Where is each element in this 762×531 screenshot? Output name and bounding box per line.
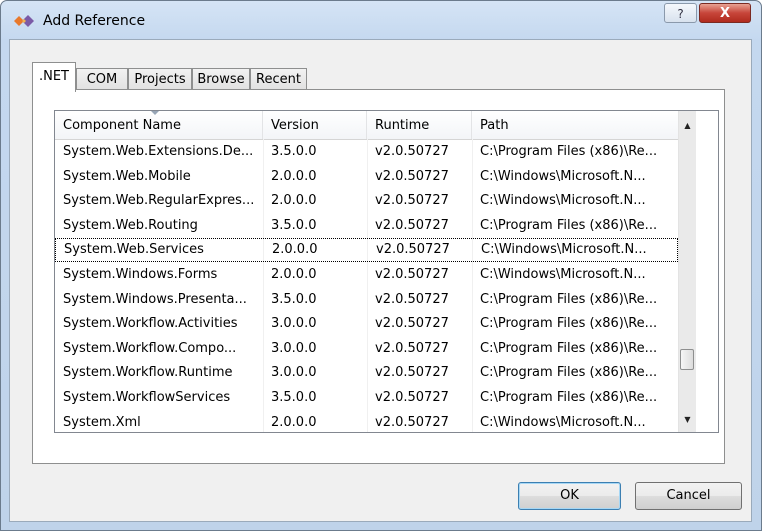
column-header-version[interactable]: Version	[263, 111, 367, 139]
cell-runtime: v2.0.50727	[375, 365, 449, 381]
cell-path: C:\Program Files (x86)\Re...	[480, 144, 658, 159]
cell-component-name: System.Web.Routing	[63, 217, 198, 233]
cell-runtime: v2.0.50727	[375, 217, 449, 233]
cell-runtime: v2.0.50727	[375, 267, 449, 282]
cell-version: 2.0.0.0	[272, 242, 318, 258]
cell-runtime: v2.0.50727	[375, 168, 449, 184]
cell-runtime: v2.0.50727	[375, 144, 449, 159]
cell-version: 3.5.0.0	[271, 291, 317, 307]
cell-component-name: System.Workflow.Activities	[63, 316, 238, 332]
cell-runtime: v2.0.50727	[375, 390, 449, 405]
cell-version: 3.0.0.0	[271, 340, 317, 356]
table-row[interactable]: System.Workflow.Runtime 3.0.0.0 v2.0.50727…	[55, 361, 678, 385]
help-icon: ?	[677, 7, 684, 21]
cell-component-name: System.Web.Services	[64, 242, 204, 258]
cell-component-name: System.Web.RegularExpres...	[63, 193, 255, 209]
window-title: Add Reference	[43, 13, 146, 29]
table-row[interactable]: System.Web.Extensions.De... 3.5.0.0 v2.0.5…	[55, 140, 678, 164]
cell-runtime: v2.0.50727	[375, 340, 449, 356]
column-header-component-name[interactable]: Component Name	[55, 111, 263, 139]
cell-component-name: System.WorkflowServices	[63, 390, 231, 405]
cell-component-name: System.Windows.Forms	[63, 267, 218, 282]
cell-path: C:\Program Files (x86)\Re...	[480, 291, 658, 307]
cell-version: 3.5.0.0	[271, 144, 317, 159]
table-row[interactable]: System.Windows.Presenta... 3.5.0.0 v2.0.50…	[55, 288, 678, 312]
cancel-button[interactable]: Cancel	[635, 482, 742, 510]
cell-path: C:\Windows\Microsoft.N...	[480, 193, 646, 209]
tab-browse[interactable]: Browse	[192, 68, 250, 91]
table-row[interactable]: System.WorkflowServices 3.5.0.0 v2.0.50727…	[55, 386, 678, 410]
cell-version: 2.0.0.0	[271, 267, 317, 282]
component-list[interactable]: Component Name Version Runtime Path Syst…	[54, 110, 719, 433]
cell-component-name: System.Web.Mobile	[63, 168, 191, 184]
table-row[interactable]: System.Web.Services 2.0.0.0 v2.0.50727 C:\W…	[55, 238, 678, 263]
cell-component-name: System.Workflow.Runtime	[63, 365, 233, 381]
cell-version: 3.5.0.0	[271, 390, 317, 405]
cell-path: C:\Program Files (x86)\Re...	[480, 316, 658, 332]
table-row[interactable]: System.Workflow.Compo... 3.0.0.0 v2.0.5072…	[55, 337, 678, 361]
cell-path: C:\Program Files (x86)\Re...	[480, 340, 658, 356]
table-row[interactable]: System.Web.Mobile 2.0.0.0 v2.0.50727 C:\Win…	[55, 165, 678, 189]
cell-component-name: System.Workflow.Compo...	[63, 340, 237, 356]
table-row[interactable]: System.Web.RegularExpres... 2.0.0.0 v2.0.5…	[55, 189, 678, 213]
table-row[interactable]: System.Web.Routing 3.5.0.0 v2.0.50727 C:\Pr…	[55, 214, 678, 238]
cell-component-name: System.Windows.Presenta...	[63, 291, 247, 307]
table-row[interactable]: System.Windows.Forms 2.0.0.0 v2.0.50727 C:\…	[55, 263, 678, 287]
table-row[interactable]: System.Xml 2.0.0.0 v2.0.50727 C:\Windows\Mi…	[55, 411, 678, 432]
cell-path: C:\Windows\Microsoft.N...	[480, 267, 646, 282]
cell-path: C:\Windows\Microsoft.N...	[480, 414, 646, 430]
scroll-up-icon[interactable]: ▲	[679, 117, 696, 134]
cell-component-name: System.Web.Extensions.De...	[63, 144, 254, 159]
cell-path: C:\Windows\Microsoft.N...	[481, 242, 647, 258]
close-button[interactable]: X	[699, 3, 751, 23]
tab-com[interactable]: COM	[76, 68, 128, 91]
cell-path: C:\Program Files (x86)\Re...	[480, 365, 658, 381]
sort-arrow-icon	[151, 111, 159, 115]
cell-path: C:\Windows\Microsoft.N...	[480, 168, 646, 184]
tab-recent[interactable]: Recent	[250, 68, 307, 91]
cell-runtime: v2.0.50727	[375, 316, 449, 332]
cell-version: 2.0.0.0	[271, 193, 317, 209]
help-button[interactable]: ?	[664, 3, 697, 23]
cell-path: C:\Program Files (x86)\Re...	[480, 217, 658, 233]
table-row[interactable]: System.Workflow.Activities 3.0.0.0 v2.0.50…	[55, 312, 678, 336]
cell-runtime: v2.0.50727	[375, 193, 449, 209]
scroll-down-icon[interactable]: ▼	[679, 411, 696, 428]
tab-projects[interactable]: Projects	[128, 68, 192, 91]
cell-version: 2.0.0.0	[271, 414, 317, 430]
cell-runtime: v2.0.50727	[375, 291, 449, 307]
title-bar[interactable]: Add Reference ? X	[1, 1, 761, 41]
visual-studio-icon	[14, 15, 34, 27]
scroll-thumb[interactable]	[680, 349, 694, 370]
ok-button[interactable]: OK	[518, 482, 621, 510]
add-reference-dialog: Add Reference ? X .NET COM Projects Brow…	[0, 0, 762, 531]
cell-component-name: System.Xml	[63, 414, 141, 430]
cell-runtime: v2.0.50727	[375, 414, 449, 430]
cell-version: 3.0.0.0	[271, 316, 317, 332]
cell-path: C:\Program Files (x86)\Re...	[480, 390, 658, 405]
dialog-body: .NET COM Projects Browse Recent Componen…	[9, 39, 752, 522]
cell-version: 3.5.0.0	[271, 217, 317, 233]
close-icon: X	[719, 6, 731, 21]
list-header: Component Name Version Runtime Path	[55, 111, 680, 140]
cell-version: 3.0.0.0	[271, 365, 317, 381]
cell-runtime: v2.0.50727	[376, 242, 450, 258]
cell-version: 2.0.0.0	[271, 168, 317, 184]
column-header-path[interactable]: Path	[472, 111, 680, 139]
column-header-runtime[interactable]: Runtime	[367, 111, 472, 139]
vertical-scrollbar[interactable]: ▲ ▼	[678, 111, 696, 432]
tab-panel-dotnet: Component Name Version Runtime Path Syst…	[32, 89, 725, 464]
tab-dotnet[interactable]: .NET	[32, 62, 76, 92]
